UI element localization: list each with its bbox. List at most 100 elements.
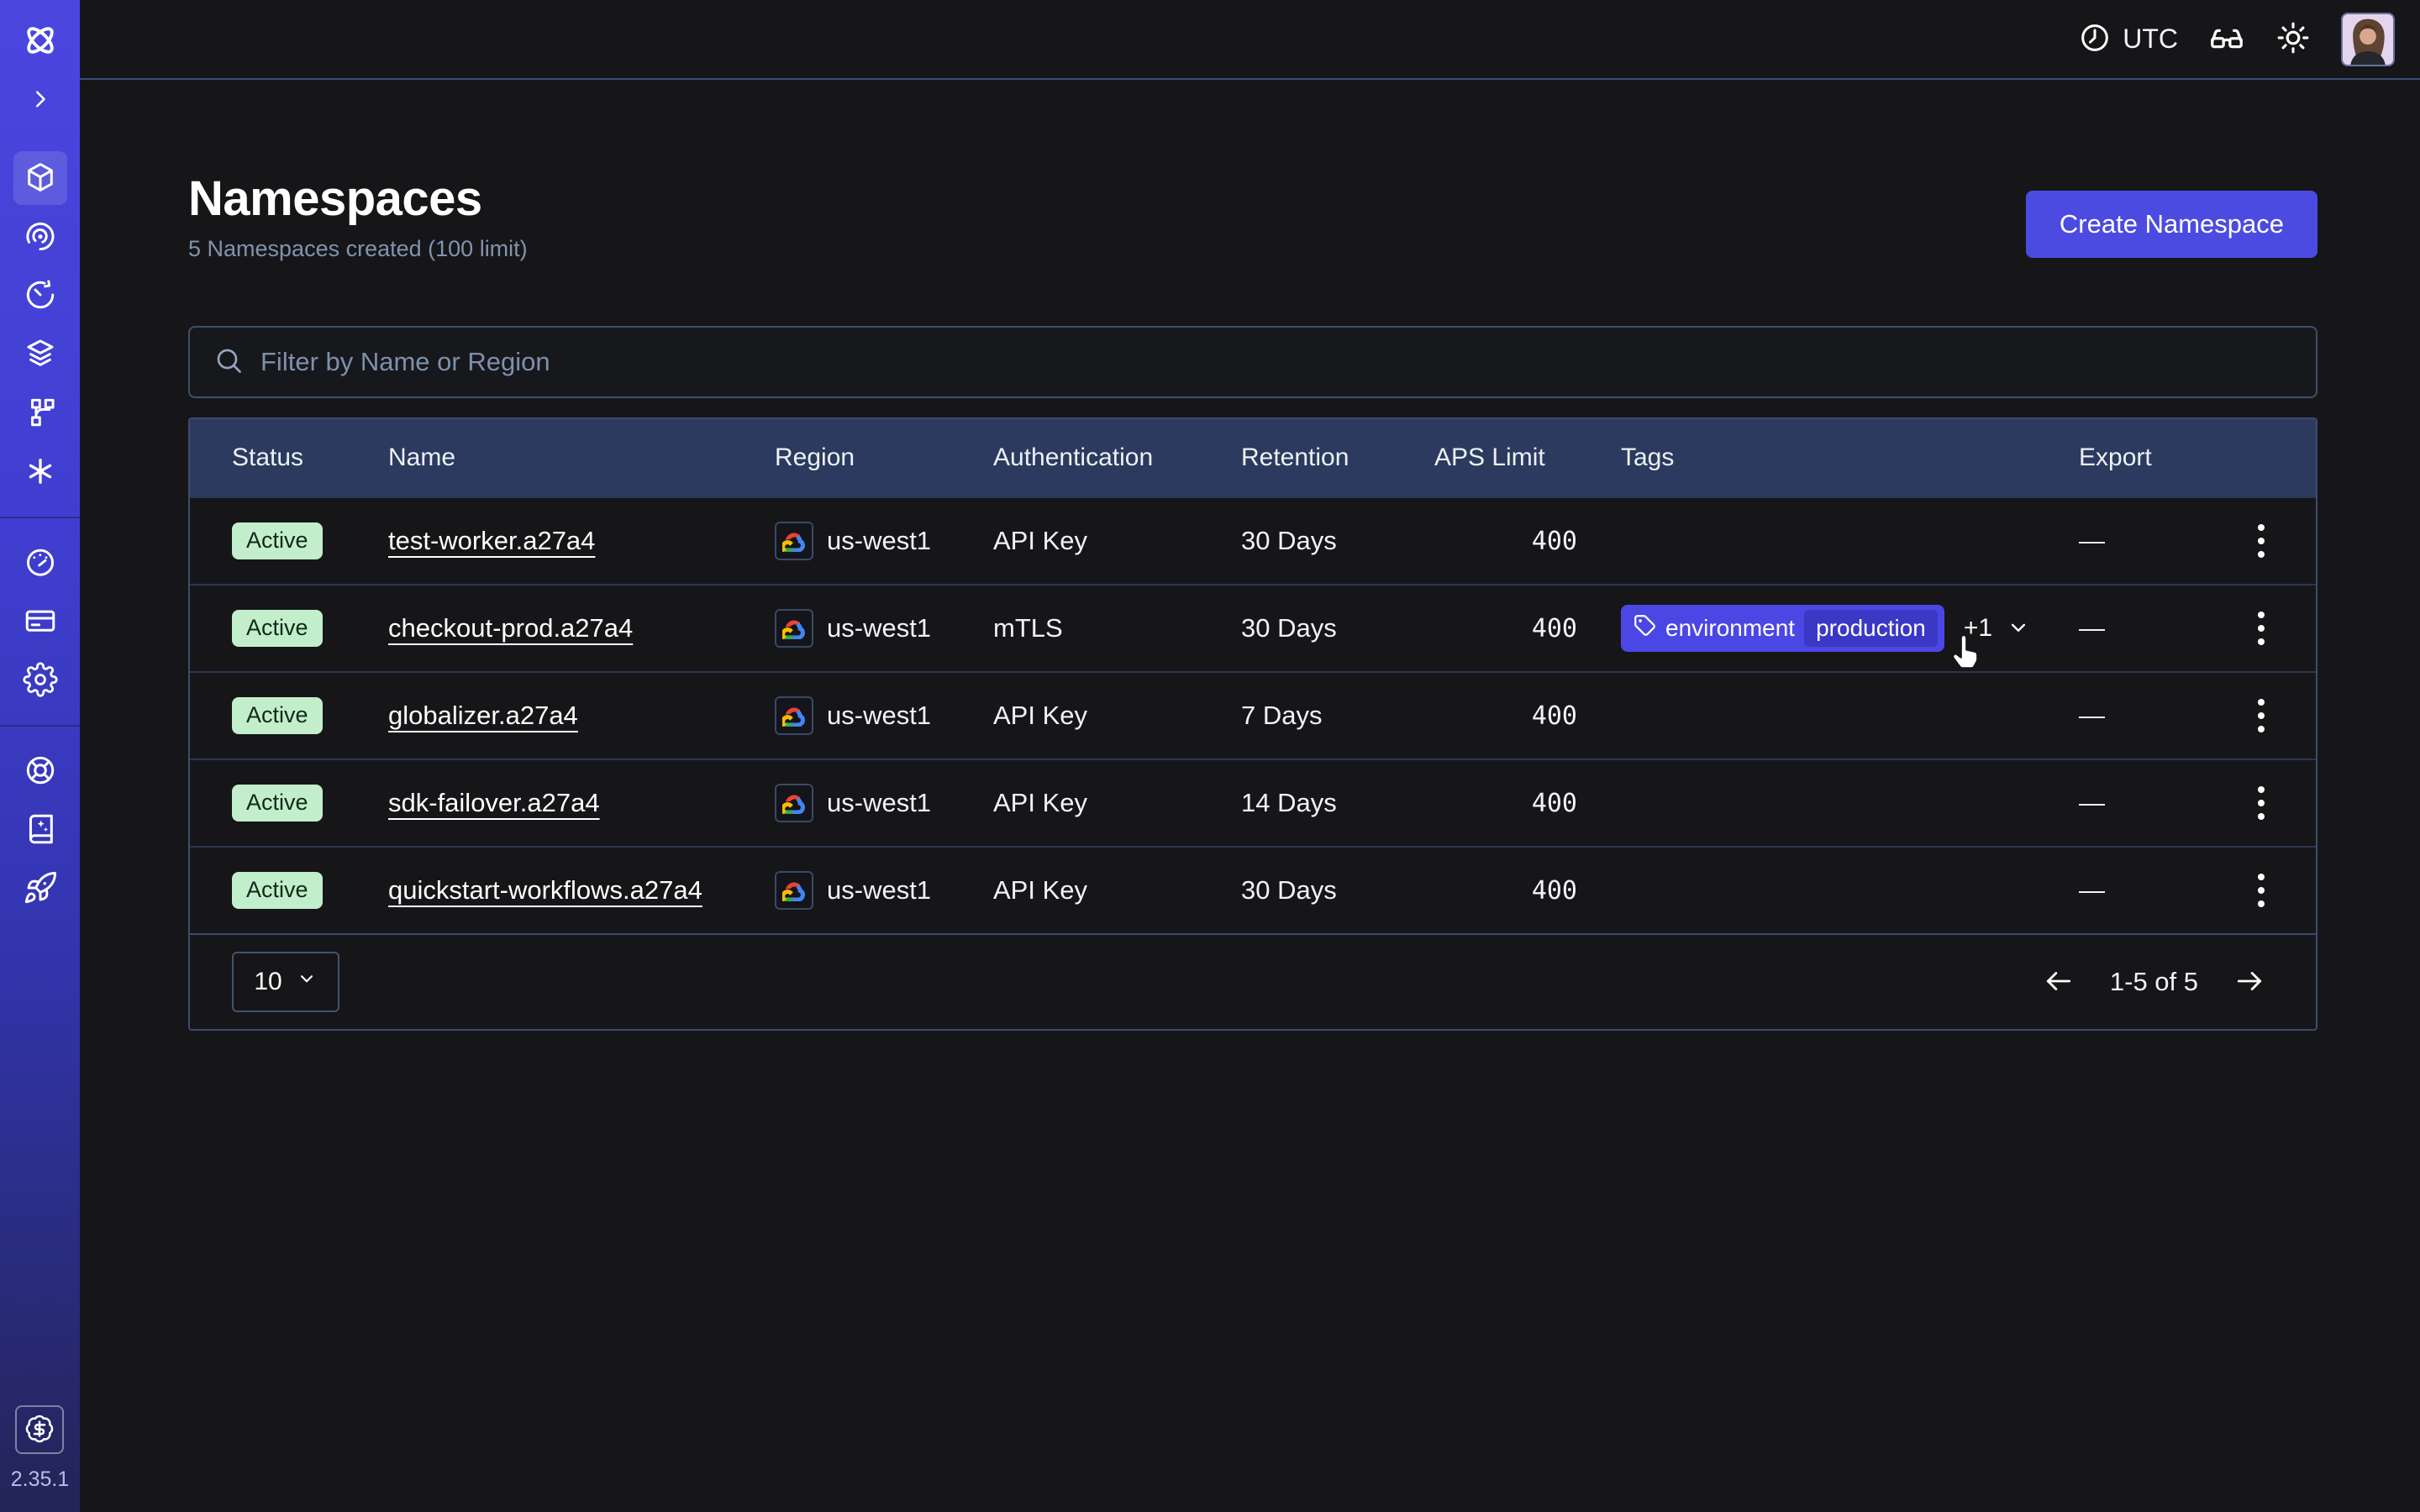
sidebar-item-workflows[interactable] xyxy=(13,386,67,440)
theme-toggle-button[interactable] xyxy=(2275,20,2311,58)
tag-key: environment xyxy=(1665,615,1795,642)
namespace-link[interactable]: quickstart-workflows.a27a4 xyxy=(388,875,702,906)
sidebar-item-deployments[interactable] xyxy=(13,328,67,381)
column-header-status: Status xyxy=(232,444,388,472)
arrow-right-icon xyxy=(2233,965,2265,1000)
create-namespace-button[interactable]: Create Namespace xyxy=(2026,191,2317,258)
filter-input[interactable] xyxy=(260,347,2292,377)
avatar-image xyxy=(2343,14,2393,65)
sidebar-item-settings[interactable] xyxy=(13,654,67,707)
clock-icon xyxy=(2078,21,2112,57)
book-icon xyxy=(23,811,58,849)
authentication-cell: mTLS xyxy=(993,613,1241,643)
sidebar-expand-button[interactable] xyxy=(13,80,67,120)
authentication-cell: API Key xyxy=(993,875,1241,906)
chevron-down-icon xyxy=(2006,615,2031,643)
chevron-down-icon xyxy=(296,968,318,996)
status-badge: Active xyxy=(232,610,323,647)
status-badge: Active xyxy=(232,785,323,822)
previous-page-button[interactable] xyxy=(2043,965,2075,1000)
aps-limit-cell: 400 xyxy=(1434,876,1621,906)
table-row: Active globalizer.a27a4 us-west1 API Key… xyxy=(190,671,2316,759)
gauge-icon xyxy=(23,544,58,582)
authentication-cell: API Key xyxy=(993,788,1241,818)
namespace-link[interactable]: globalizer.a27a4 xyxy=(388,701,578,731)
export-cell: — xyxy=(2079,875,2207,906)
sidebar-item-namespaces[interactable] xyxy=(13,151,67,205)
sidebar: 2.35.1 xyxy=(0,0,80,1512)
gcp-icon xyxy=(775,784,813,822)
column-header-region: Region xyxy=(775,444,993,472)
column-header-aps-limit: APS Limit xyxy=(1434,444,1621,472)
row-actions-menu-button[interactable] xyxy=(2249,865,2273,916)
region-label: us-west1 xyxy=(827,788,931,818)
sidebar-nav xyxy=(0,149,80,918)
timezone-label: UTC xyxy=(2123,24,2178,55)
export-cell: — xyxy=(2079,701,2207,731)
tag-more-count: +1 xyxy=(1964,614,1992,643)
spiral-eye-icon xyxy=(23,218,58,256)
user-avatar[interactable] xyxy=(2341,13,2395,66)
aps-limit-cell: 400 xyxy=(1434,701,1621,731)
page-size-select[interactable]: 10 xyxy=(232,952,339,1012)
row-actions-menu-button[interactable] xyxy=(2249,690,2273,741)
namespace-link[interactable]: checkout-prod.a27a4 xyxy=(388,613,633,643)
asterisk-icon xyxy=(23,454,58,491)
sidebar-item-monitor[interactable] xyxy=(13,210,67,264)
table-row: Active test-worker.a27a4 us-west1 API Ke… xyxy=(190,496,2316,584)
credit-card-icon xyxy=(23,603,58,641)
table-footer: 10 1-5 of 5 xyxy=(190,933,2316,1029)
chevron-right-icon xyxy=(25,84,55,117)
gcp-icon xyxy=(775,871,813,910)
column-header-tags: Tags xyxy=(1621,444,2079,472)
layers-icon xyxy=(23,336,58,374)
retention-cell: 30 Days xyxy=(1241,613,1434,643)
namespace-link[interactable]: test-worker.a27a4 xyxy=(388,526,595,556)
namespace-link[interactable]: sdk-failover.a27a4 xyxy=(388,788,600,818)
gear-icon xyxy=(23,662,58,700)
column-header-authentication: Authentication xyxy=(993,444,1241,472)
authentication-cell: API Key xyxy=(993,701,1241,731)
sidebar-bottom: 2.35.1 xyxy=(11,1405,70,1512)
table-row: Active quickstart-workflows.a27a4 us-wes… xyxy=(190,846,2316,933)
region-label: us-west1 xyxy=(827,875,931,906)
retention-cell: 30 Days xyxy=(1241,526,1434,556)
table-row: Active checkout-prod.a27a4 us-west1 mTLS… xyxy=(190,584,2316,671)
view-mode-button[interactable] xyxy=(2208,19,2245,59)
sidebar-divider xyxy=(0,517,80,518)
credits-button[interactable] xyxy=(15,1405,64,1454)
sidebar-item-getting-started[interactable] xyxy=(13,862,67,916)
column-header-export: Export xyxy=(2079,444,2207,472)
sidebar-item-nexus[interactable] xyxy=(13,445,67,499)
status-badge: Active xyxy=(232,872,323,909)
sidebar-item-usage[interactable] xyxy=(13,536,67,590)
sidebar-item-docs[interactable] xyxy=(13,803,67,857)
row-actions-menu-button[interactable] xyxy=(2249,603,2273,654)
sidebar-divider xyxy=(0,725,80,727)
main-content: Namespaces 5 Namespaces created (100 lim… xyxy=(80,81,2420,1512)
sun-icon xyxy=(2275,20,2311,58)
pagination-controls: 1-5 of 5 xyxy=(2043,965,2265,1000)
page-size-value: 10 xyxy=(254,968,281,996)
sidebar-item-billing[interactable] xyxy=(13,595,67,648)
sidebar-item-support[interactable] xyxy=(13,744,67,798)
region-label: us-west1 xyxy=(827,526,931,556)
next-page-button[interactable] xyxy=(2233,965,2265,1000)
status-badge: Active xyxy=(232,522,323,559)
column-header-name: Name xyxy=(388,444,775,472)
retention-cell: 7 Days xyxy=(1241,701,1434,731)
table-row: Active sdk-failover.a27a4 us-west1 API K… xyxy=(190,759,2316,846)
timezone-selector[interactable]: UTC xyxy=(2078,21,2178,57)
retention-cell: 30 Days xyxy=(1241,875,1434,906)
expand-tags-button[interactable] xyxy=(2006,615,2031,643)
aps-limit-cell: 400 xyxy=(1434,527,1621,556)
table-body: Active test-worker.a27a4 us-west1 API Ke… xyxy=(190,496,2316,933)
row-actions-menu-button[interactable] xyxy=(2249,778,2273,828)
arrow-left-icon xyxy=(2043,965,2075,1000)
tag-pill[interactable]: environment production xyxy=(1621,605,1944,652)
column-header-retention: Retention xyxy=(1241,444,1434,472)
timer-icon xyxy=(23,277,58,315)
row-actions-menu-button[interactable] xyxy=(2249,516,2273,566)
page-title: Namespaces xyxy=(188,172,528,226)
sidebar-item-schedules[interactable] xyxy=(13,269,67,323)
